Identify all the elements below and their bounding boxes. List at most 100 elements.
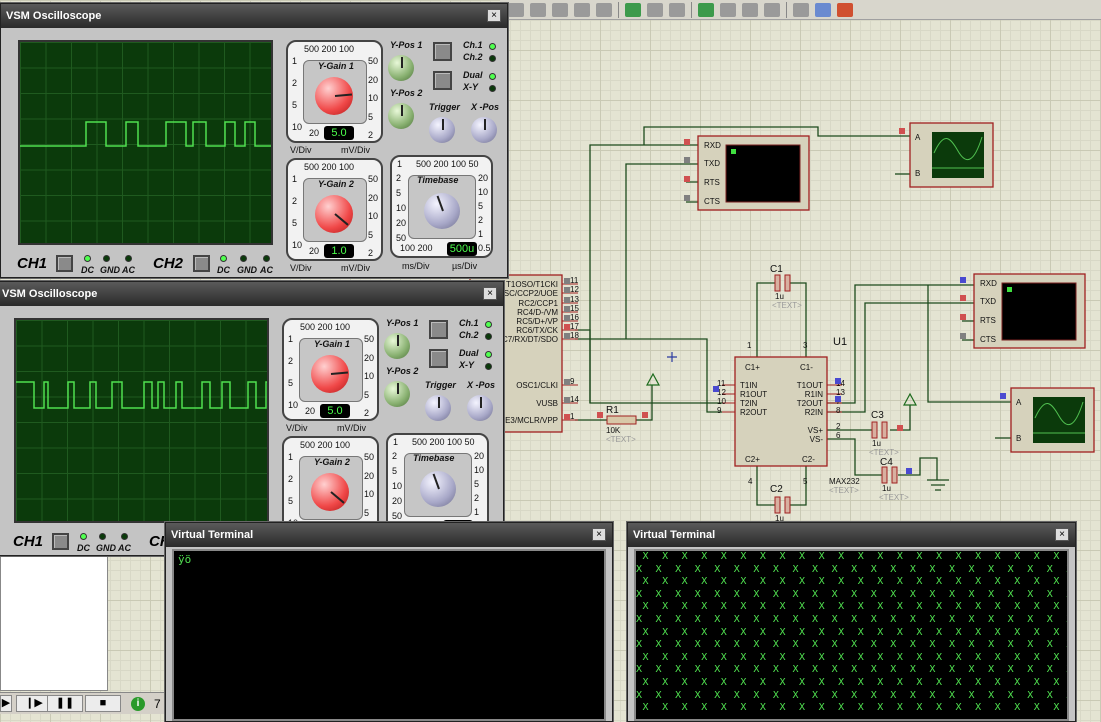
scale-label: 50	[364, 452, 375, 462]
ch1-invert-button[interactable]	[56, 255, 73, 272]
capacitor-2[interactable]	[774, 496, 791, 514]
close-button[interactable]: ×	[1055, 528, 1069, 541]
wire	[927, 479, 949, 491]
play-button[interactable]: ▶	[0, 695, 12, 712]
channel-trace	[16, 381, 267, 409]
coupling-led[interactable]	[121, 533, 128, 540]
scale-label: 10	[288, 400, 299, 410]
scale-label: 2	[292, 196, 298, 206]
window-title: VSM Oscilloscope	[1, 4, 507, 28]
resistor-r1[interactable]	[606, 415, 637, 425]
scale-label: 10	[396, 203, 407, 213]
terminal-row: X X X X X X X X X X X X X X X X X X X X …	[642, 676, 1060, 688]
component-value: 10K	[606, 426, 621, 435]
y-pos-2-knob[interactable]	[388, 103, 414, 129]
y-pos-1-knob[interactable]	[384, 333, 410, 359]
component-value: 1u	[872, 439, 881, 448]
wire	[625, 163, 698, 339]
pin-label: R2OUT	[740, 408, 767, 417]
coupling-led[interactable]	[99, 533, 106, 540]
pin-label: CTS	[704, 197, 720, 206]
wire	[575, 329, 722, 404]
oscilloscope-window-1[interactable]: VSM Oscilloscope × 500 200 100 Y-Gain 1 1 2 5 1…	[0, 3, 508, 278]
ypos-label: Y-Pos 1	[390, 40, 423, 50]
y-gain-2-knob[interactable]	[315, 195, 353, 233]
scale-label: 20	[305, 406, 316, 416]
overview-panel[interactable]	[0, 556, 108, 691]
coupling-led[interactable]	[80, 533, 87, 540]
y-gain-1-value: 5.0	[320, 404, 350, 418]
pin-label: A	[1016, 398, 1022, 407]
channel-select-button[interactable]	[433, 42, 452, 61]
terminal-row: X X X X X X X X X X X X X X X X X X X X …	[642, 651, 1060, 663]
unit-label: V/Div	[286, 423, 308, 433]
terminal-screen[interactable]: X X X X X X X X X X X X X X X X X X X X …	[634, 549, 1069, 721]
timebase-knob[interactable]	[424, 193, 460, 229]
virtual-terminal-window-1[interactable]: Virtual Terminal × ÿö	[165, 522, 613, 722]
pin-label: VS-	[810, 435, 824, 444]
info-icon[interactable]: i	[131, 697, 145, 711]
scale-label: 500 200 100	[304, 44, 355, 54]
scale-label: 10	[292, 240, 303, 250]
scope-screen	[18, 40, 273, 245]
ch2-invert-button[interactable]	[193, 255, 210, 272]
y-gain-1-knob[interactable]	[311, 355, 349, 393]
y-gain-2-value: 1.0	[324, 244, 354, 258]
scale-label: Ch.1	[463, 40, 483, 50]
close-button[interactable]: ×	[483, 287, 497, 300]
vterm-screen	[725, 144, 801, 203]
coupling-led[interactable]	[125, 255, 132, 262]
trigger-knob[interactable]	[429, 117, 455, 143]
pin-number: 5	[803, 477, 808, 486]
pin-label: RC7/RX/DT/SDO	[496, 335, 558, 344]
component-text: <TEXT>	[869, 448, 899, 457]
oscilloscope-window-2[interactable]: VSM Oscilloscope × 500 200 100 Y-Gain 1 1 2 5 1…	[0, 281, 504, 556]
scale-label: 20	[396, 218, 407, 228]
coupling-led[interactable]	[103, 255, 110, 262]
scale-label: 5	[368, 111, 374, 122]
pin-marker	[897, 425, 903, 431]
y-gain-2-knob[interactable]	[311, 473, 349, 511]
close-button[interactable]: ×	[592, 528, 606, 541]
scale-label: 5	[392, 466, 398, 476]
pin-label: B	[915, 169, 920, 178]
pin-number: 14	[570, 395, 579, 404]
pin-label: C2+	[745, 455, 760, 464]
scale-label: 20	[309, 128, 320, 138]
capacitor-3[interactable]	[871, 421, 888, 439]
pause-button[interactable]: ❚❚	[47, 695, 83, 712]
terminal-screen[interactable]: ÿö	[172, 549, 606, 721]
timebase-knob[interactable]	[420, 471, 456, 507]
x-pos-knob[interactable]	[471, 117, 497, 143]
coupling-led[interactable]	[240, 255, 247, 262]
capacitor-1[interactable]	[774, 274, 791, 292]
y-gain-1-knob[interactable]	[315, 77, 353, 115]
pin-label: C2-	[802, 455, 815, 464]
y-pos-2-knob[interactable]	[384, 381, 410, 407]
y-pos-1-knob[interactable]	[388, 55, 414, 81]
unit-label: V/Div	[290, 263, 312, 273]
coupling-led[interactable]	[84, 255, 91, 262]
pin-marker	[684, 157, 690, 163]
coupling-led[interactable]	[220, 255, 227, 262]
scale-label: 500 200 100	[300, 440, 351, 450]
capacitor-4[interactable]	[881, 466, 898, 484]
virtual-terminal-window-2[interactable]: Virtual Terminal × X X X X X X X X X X X…	[627, 522, 1076, 722]
coupling-label: GND	[96, 543, 116, 553]
pin-label: B	[1016, 434, 1021, 443]
x-pos-knob[interactable]	[467, 395, 493, 421]
scale-label: 1	[292, 174, 298, 184]
mode-select-button[interactable]	[433, 71, 452, 90]
timebase-value: 500u	[447, 242, 477, 256]
ch1-invert-button[interactable]	[52, 533, 69, 550]
pin-number: 18	[570, 331, 579, 340]
pin-number: 2	[836, 422, 841, 431]
channel-select-button[interactable]	[429, 320, 448, 339]
coupling-led[interactable]	[263, 255, 270, 262]
scale-label: 1	[474, 507, 480, 517]
close-button[interactable]: ×	[487, 9, 501, 22]
mode-select-button[interactable]	[429, 349, 448, 368]
stop-button[interactable]: ■	[85, 695, 121, 712]
trigger-knob[interactable]	[425, 395, 451, 421]
scale-label: 20	[368, 74, 379, 85]
